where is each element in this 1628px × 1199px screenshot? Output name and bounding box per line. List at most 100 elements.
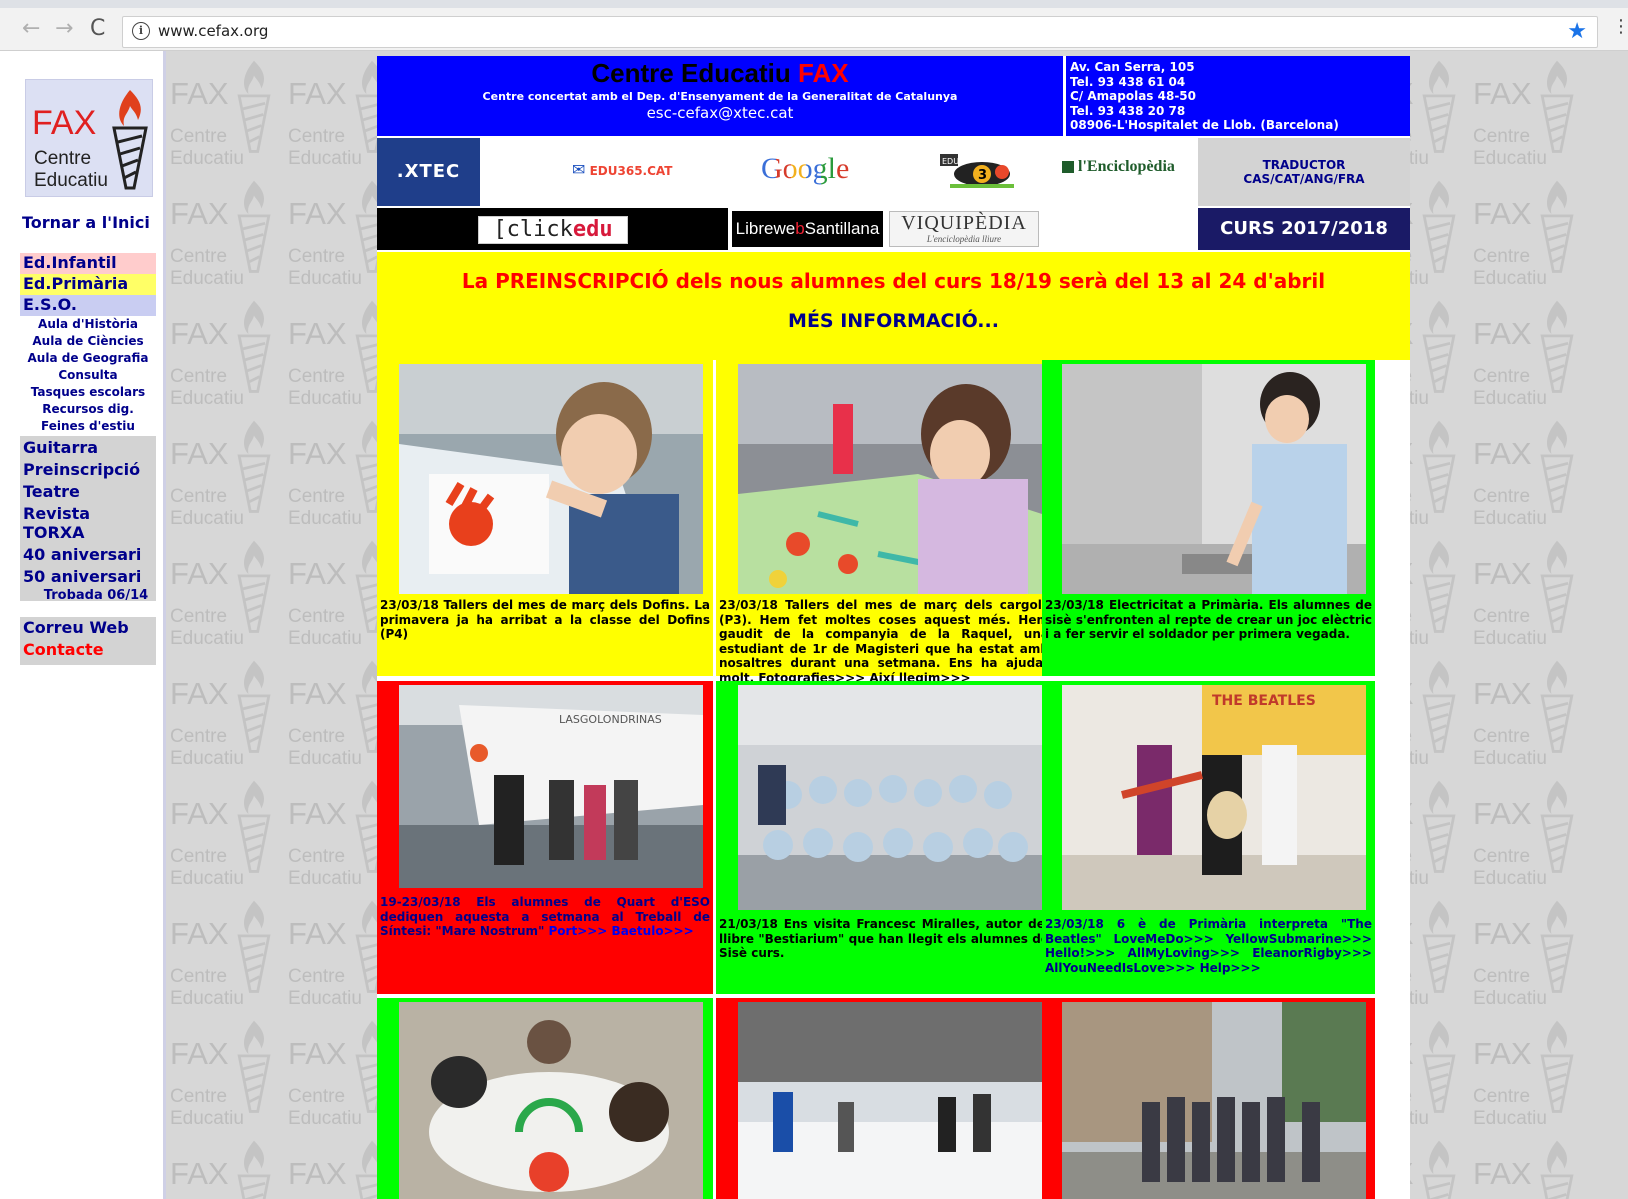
address-line: Av. Can Serra, 105 bbox=[1070, 60, 1195, 74]
nav-primaria[interactable]: Ed.Primària bbox=[20, 274, 156, 295]
enciclopedia-label: l'Enciclopèdia bbox=[1078, 158, 1175, 175]
nav-40-aniversari[interactable]: 40 aniversari bbox=[20, 545, 156, 564]
nav-50-aniversari[interactable]: 50 aniversari bbox=[20, 567, 156, 586]
nav-trobada[interactable]: Trobada 06/14 bbox=[36, 588, 156, 603]
nav-feines-estiu[interactable]: Feines d'estiu bbox=[20, 419, 156, 433]
watermark-centre-text: CentreEducatiu bbox=[170, 846, 244, 889]
news-photo[interactable] bbox=[1062, 364, 1366, 594]
back-button[interactable]: ← bbox=[22, 18, 40, 40]
watermark-fax-text: FAX bbox=[288, 316, 347, 351]
traductor-link[interactable]: TRADUCTOR CAS/CAT/ANG/FRA bbox=[1198, 138, 1410, 206]
nav-recursos[interactable]: Recursos dig. bbox=[20, 402, 156, 416]
watermark-fax-text: FAX bbox=[170, 1156, 229, 1191]
logo-centre-text: Centre Educatiu bbox=[34, 148, 108, 192]
address-bar[interactable]: i www.cefax.org ★ bbox=[122, 16, 1598, 48]
watermark-torch-icon bbox=[237, 420, 271, 513]
title-part-a: Centre Educatiu bbox=[591, 58, 798, 88]
watermark-fax-text: FAX bbox=[1473, 316, 1532, 351]
baetulo-link[interactable]: Baetulo>>> bbox=[612, 924, 694, 938]
nav-infantil[interactable]: Ed.Infantil bbox=[20, 253, 156, 274]
nav-torxa[interactable]: TORXA bbox=[20, 523, 156, 542]
clickedu-text-a: [click bbox=[493, 217, 573, 242]
watermark-logo: FAX CentreEducatiu bbox=[166, 531, 284, 651]
watermark-torch-icon bbox=[1422, 900, 1456, 993]
nav-aula-ciencies[interactable]: Aula de Ciències bbox=[20, 334, 156, 348]
watermark-centre-text: CentreEducatiu bbox=[1473, 126, 1547, 169]
watermark-torch-icon bbox=[237, 1020, 271, 1113]
nav-consulta[interactable]: Consulta bbox=[20, 368, 156, 382]
news-caption: 19-23/03/18 Els alumnes de Quart d'ESO d… bbox=[380, 895, 710, 939]
news-photo[interactable] bbox=[399, 1002, 703, 1199]
watermark-logo: FAX CentreEducatiu bbox=[1469, 771, 1587, 891]
nav-tasques[interactable]: Tasques escolars bbox=[20, 385, 156, 399]
edu3-link[interactable]: EDU 3 bbox=[940, 154, 1022, 190]
watermark-logo: FAX CentreEducatiu bbox=[1469, 171, 1587, 291]
watermark-centre-text: CentreEducatiu bbox=[288, 1086, 362, 1129]
nav-preinscripcio[interactable]: Preinscripció bbox=[20, 460, 156, 479]
watermark-fax-text: FAX bbox=[288, 1036, 347, 1071]
news-photo[interactable] bbox=[399, 364, 703, 594]
nav-correu-web[interactable]: Correu Web bbox=[20, 618, 156, 637]
news-card: LASGOLONDRINAS 19-23/03/18 Els alumnes d… bbox=[377, 681, 713, 994]
news-photo[interactable]: LASGOLONDRINAS bbox=[399, 685, 703, 888]
viquipedia-link[interactable]: VIQUIPÈDIA L'enciclopèdia lliure bbox=[889, 211, 1039, 247]
boat-name-text: LASGOLONDRINAS bbox=[559, 713, 662, 726]
nav-teatre[interactable]: Teatre bbox=[20, 482, 156, 501]
watermark-fax-text: FAX bbox=[1473, 796, 1532, 831]
nav-guitarra[interactable]: Guitarra bbox=[20, 438, 156, 457]
watermark-fax-text: FAX bbox=[1473, 916, 1532, 951]
news-photo[interactable] bbox=[738, 1002, 1042, 1199]
browser-menu-icon[interactable]: ⋮ bbox=[1612, 18, 1628, 36]
nav-eso[interactable]: E.S.O. bbox=[20, 295, 156, 316]
watermark-logo: FAX CentreEducatiu bbox=[166, 51, 284, 171]
watermark-centre-text: CentreEducatiu bbox=[1473, 726, 1547, 769]
watermark-torch-icon bbox=[1422, 60, 1456, 153]
curs-label[interactable]: CURS 2017/2018 bbox=[1198, 208, 1410, 250]
news-photo[interactable] bbox=[738, 364, 1042, 594]
watermark-torch-icon bbox=[1422, 1020, 1456, 1113]
forward-button[interactable]: → bbox=[55, 18, 73, 40]
watermark-fax-text: FAX bbox=[288, 436, 347, 471]
news-card bbox=[377, 998, 713, 1199]
watermark-logo: FAX CentreEducatiu bbox=[166, 1011, 284, 1131]
bookmark-star-icon[interactable]: ★ bbox=[1567, 19, 1587, 44]
news-photo[interactable]: THE BEATLES bbox=[1062, 685, 1366, 910]
clickedu-link[interactable]: [clickedu bbox=[377, 208, 728, 250]
nav-aula-geografia[interactable]: Aula de Geografia bbox=[20, 351, 156, 365]
watermark-fax-text: FAX bbox=[288, 916, 347, 951]
watermark-logo: FAX CentreEducatiu bbox=[1469, 891, 1587, 1011]
viquipedia-title: VIQUIPÈDIA bbox=[901, 212, 1027, 234]
nav-revista[interactable]: Revista bbox=[20, 504, 156, 523]
nav-aula-historia[interactable]: Aula d'Història bbox=[20, 317, 156, 331]
watermark-torch-icon bbox=[1540, 420, 1574, 513]
preinscripcio-text[interactable]: La PREINSCRIPCIÓ dels nous alumnes del c… bbox=[377, 269, 1410, 293]
watermark-centre-text: CentreEducatiu bbox=[170, 1086, 244, 1129]
info-icon[interactable]: i bbox=[132, 22, 150, 40]
news-caption: 23/03/18 Tallers del mes de març dels ca… bbox=[719, 598, 1049, 685]
school-logo[interactable]: FAX Centre Educatiu bbox=[25, 79, 153, 197]
news-photo[interactable] bbox=[738, 685, 1042, 910]
nav-contacte[interactable]: Contacte bbox=[20, 640, 156, 659]
xtec-link[interactable]: .XTEC bbox=[377, 138, 480, 206]
home-link[interactable]: Tornar a l'Inici bbox=[22, 213, 150, 232]
news-caption: 23/03/18 6 è de Primària interpreta "The… bbox=[1045, 917, 1372, 975]
watermark-torch-icon bbox=[1422, 420, 1456, 513]
santillana-link[interactable]: LibrewebSantillana bbox=[732, 211, 883, 247]
reload-button[interactable]: C bbox=[90, 18, 105, 40]
links-row-2: [clickedu LibrewebSantillana VIQUIPÈDIA … bbox=[377, 208, 1410, 250]
watermark-fax-text: FAX bbox=[1473, 676, 1532, 711]
news-card: THE BEATLES 23/03/18 6 è de Primària int… bbox=[1042, 681, 1375, 994]
watermark-centre-text: CentreEducatiu bbox=[1473, 486, 1547, 529]
news-card bbox=[1042, 998, 1375, 1199]
watermark-logo: FAX CentreEducatiu bbox=[1469, 1011, 1587, 1131]
watermark-torch-icon bbox=[1540, 1020, 1574, 1113]
port-link[interactable]: Port>>> bbox=[549, 924, 608, 938]
mes-informacio-link[interactable]: MÉS INFORMACIÓ... bbox=[377, 310, 1410, 332]
watermark-fax-text: FAX bbox=[170, 196, 229, 231]
school-email[interactable]: esc-cefax@xtec.cat bbox=[377, 104, 1063, 122]
url-text[interactable]: www.cefax.org bbox=[158, 22, 268, 40]
watermark-torch-icon bbox=[1540, 1140, 1574, 1199]
watermark-fax-text: FAX bbox=[170, 1036, 229, 1071]
clickedu-logo: [clickedu bbox=[478, 216, 628, 244]
news-photo[interactable] bbox=[1062, 1002, 1366, 1199]
